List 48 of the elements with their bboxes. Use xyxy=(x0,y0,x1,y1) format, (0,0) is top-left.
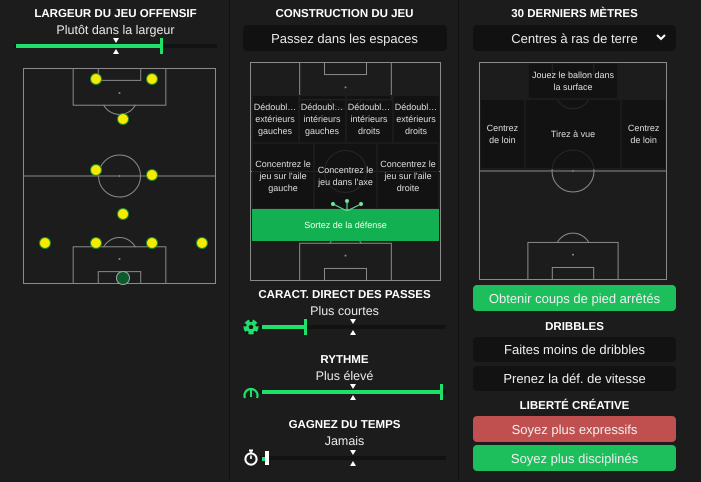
player-marker[interactable] xyxy=(146,73,158,85)
section-title: CONSTRUCTION DU JEU xyxy=(275,7,414,21)
player-marker[interactable] xyxy=(117,208,129,220)
zone-option[interactable]: Centrez de loin xyxy=(480,99,525,169)
player-marker[interactable] xyxy=(90,164,102,176)
center-marker-icon xyxy=(350,384,356,400)
zone-option[interactable]: Concentrez le jeu sur l'aile gauche xyxy=(252,143,314,209)
section-title: CARACT. DIRECT DES PASSES xyxy=(258,288,431,302)
section-title: GAGNEZ DU TEMPS xyxy=(288,418,400,432)
goalkeeper-marker[interactable] xyxy=(116,271,130,285)
setting-value: Plus élevé xyxy=(316,369,374,383)
ball-icon xyxy=(243,319,259,335)
zone-option[interactable]: Dédoubl… intérieurs gauches xyxy=(298,95,346,143)
player-marker[interactable] xyxy=(146,169,158,181)
arrows-icon xyxy=(330,199,364,211)
player-marker[interactable] xyxy=(117,113,129,125)
section-title: LIBERTÉ CRÉATIVE xyxy=(518,399,630,413)
player-marker[interactable] xyxy=(90,73,102,85)
section-title: 30 DERNIERS MÈTRES xyxy=(510,7,639,21)
zone-option[interactable]: Centrez de loin xyxy=(621,99,666,169)
player-marker[interactable] xyxy=(196,237,208,249)
section-title: RYTHME xyxy=(320,353,369,367)
zone-option[interactable]: Tirez à vue xyxy=(524,99,622,169)
setting-value: Jamais xyxy=(324,434,364,448)
zone-option[interactable]: Dédoubl… extérieurs gauches xyxy=(252,95,298,143)
stopwatch-icon xyxy=(243,449,259,466)
center-marker-icon xyxy=(350,450,356,466)
option-button[interactable]: Faites moins de dribbles xyxy=(473,337,676,362)
zone-option[interactable]: Dédoubl… intérieurs droits xyxy=(346,95,392,143)
player-marker[interactable] xyxy=(39,237,51,249)
tactic-dropdown[interactable]: Passez dans les espaces xyxy=(242,25,446,51)
setting-value: Plus courtes xyxy=(310,304,379,318)
chevron-down-icon xyxy=(656,34,666,41)
section-title: LARGEUR DU JEU OFFENSIF xyxy=(34,7,197,21)
option-button[interactable]: Prenez la déf. de vitesse xyxy=(473,366,676,391)
center-marker-icon xyxy=(112,38,118,54)
center-marker-icon xyxy=(350,319,356,335)
gauge-icon xyxy=(243,385,259,399)
zone-option[interactable]: Concentrez le jeu sur l'aile droite xyxy=(377,143,439,209)
player-marker[interactable] xyxy=(146,237,158,249)
section-title: DRIBBLES xyxy=(544,320,605,334)
zone-option[interactable]: Jouez le ballon dans la surface xyxy=(527,63,619,99)
setting-value: Plutôt dans la largeur xyxy=(56,23,175,37)
option-button[interactable]: Soyez plus expressifs xyxy=(473,416,676,442)
zone-option[interactable]: Dédoubl… extérieurs droits xyxy=(392,95,440,143)
player-marker[interactable] xyxy=(90,237,102,249)
tactic-dropdown[interactable]: Centres à ras de terre xyxy=(473,25,676,51)
zone-option[interactable]: Concentrez le jeu dans l'axe xyxy=(314,143,377,209)
